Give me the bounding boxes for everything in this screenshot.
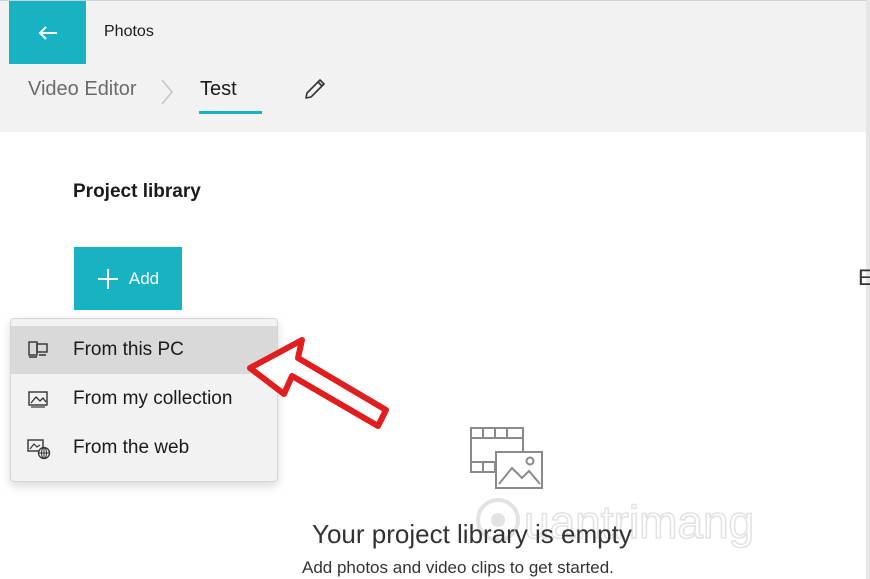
menu-item-from-the-web[interactable]: From the web xyxy=(11,424,277,472)
menu-item-from-this-pc[interactable]: From this PC xyxy=(11,326,277,374)
current-tab-underline xyxy=(199,111,262,114)
menu-item-label: From my collection xyxy=(73,388,233,409)
app-title: Photos xyxy=(104,23,154,40)
back-button[interactable] xyxy=(9,1,86,65)
pc-icon xyxy=(28,341,48,358)
empty-state-title: Your project library is empty xyxy=(312,519,632,549)
breadcrumb-video-editor[interactable]: Video Editor xyxy=(28,78,137,101)
empty-state-subtitle: Add photos and video clips to get starte… xyxy=(302,558,614,577)
add-button[interactable]: Add xyxy=(74,247,182,310)
collection-icon xyxy=(28,391,48,408)
chevron-right-icon xyxy=(161,79,173,105)
plus-icon xyxy=(97,268,118,289)
title-bar: Photos xyxy=(0,0,870,65)
menu-item-from-my-collection[interactable]: From my collection xyxy=(11,375,277,423)
add-source-menu: From this PC From my collection From the… xyxy=(10,318,278,482)
breadcrumb: Video Editor Test xyxy=(0,64,870,132)
add-button-label: Add xyxy=(128,268,160,288)
menu-item-label: From this PC xyxy=(73,339,184,360)
menu-item-label: From the web xyxy=(73,437,190,458)
web-icon xyxy=(27,439,51,460)
pencil-edit-icon[interactable] xyxy=(302,76,328,102)
back-arrow-icon xyxy=(38,26,57,40)
cut-off-text: E xyxy=(858,265,870,290)
breadcrumb-current-project[interactable]: Test xyxy=(200,78,237,101)
project-library-title: Project library xyxy=(73,181,201,202)
